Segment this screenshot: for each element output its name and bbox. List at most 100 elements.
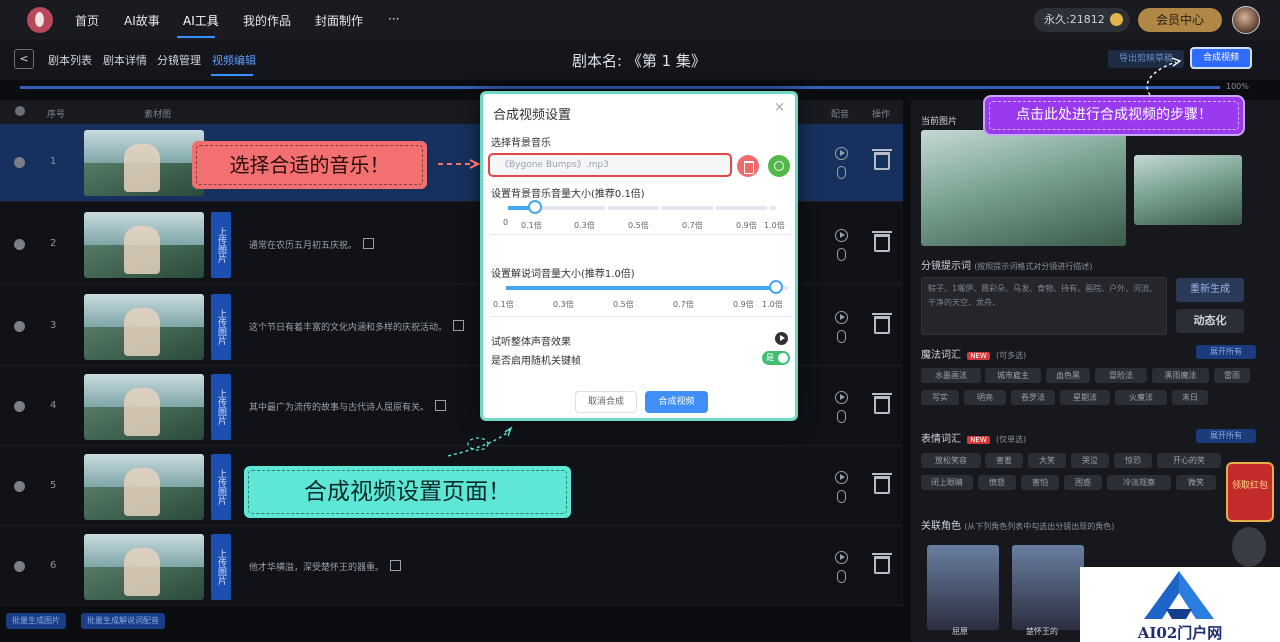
edit-icon[interactable] — [390, 560, 402, 571]
subnav-script-list[interactable]: 剧本列表 — [48, 52, 92, 68]
edit-icon[interactable] — [435, 400, 447, 411]
expand-all-button[interactable]: 展开所有 — [1196, 429, 1256, 443]
magic-chip[interactable]: 雷雨 — [1214, 368, 1250, 383]
play-icon[interactable] — [835, 147, 848, 160]
emotion-chip[interactable]: 困惑 — [1064, 475, 1102, 490]
nav-ai-story[interactable]: AI故事 — [124, 12, 160, 29]
bg-volume-slider[interactable] — [508, 206, 776, 210]
magic-chip[interactable]: 星期法 — [1060, 390, 1110, 405]
row-thumbnail[interactable] — [84, 212, 204, 278]
select-all-radio[interactable] — [15, 106, 25, 116]
nav-home[interactable]: 首页 — [75, 12, 99, 29]
magic-chip[interactable]: 血色黑 — [1046, 368, 1090, 383]
magic-chip[interactable]: 火魔法 — [1115, 390, 1167, 405]
emotion-chip[interactable]: 惊恐 — [1114, 453, 1152, 468]
back-button[interactable]: < — [14, 49, 34, 69]
mic-icon[interactable] — [837, 570, 846, 583]
user-avatar[interactable] — [1232, 6, 1260, 34]
trash-icon[interactable] — [872, 553, 892, 574]
emotion-chip[interactable]: 放松笑容 — [921, 453, 981, 468]
app-logo[interactable] — [27, 7, 53, 33]
table-row[interactable]: 6 上传图片 他才华横溢，深受楚怀王的器重。 — [0, 528, 903, 606]
magic-chip[interactable]: 城市雇主 — [985, 368, 1041, 383]
row-thumbnail[interactable] — [84, 130, 204, 196]
alt-image[interactable] — [1134, 155, 1242, 225]
music-select[interactable]: 《Bygone Bumps》.mp3 — [488, 153, 732, 177]
trash-icon[interactable] — [872, 473, 892, 494]
trash-icon[interactable] — [872, 393, 892, 414]
upload-image-button[interactable]: 上传图片 — [211, 374, 231, 440]
row-radio[interactable] — [14, 401, 25, 412]
upload-image-button[interactable]: 上传图片 — [211, 294, 231, 360]
emotion-chip[interactable]: 闭上眼睛 — [921, 475, 973, 490]
trash-icon[interactable] — [872, 149, 892, 170]
nav-more[interactable]: ··· — [388, 12, 399, 26]
character-portrait[interactable] — [927, 545, 999, 630]
character-portrait[interactable] — [1012, 545, 1084, 630]
emotion-chip[interactable]: 害怕 — [1021, 475, 1059, 490]
row-thumbnail[interactable] — [84, 534, 204, 600]
magic-chip[interactable]: 写实 — [921, 390, 959, 405]
edit-icon[interactable] — [453, 320, 465, 331]
search-icon[interactable] — [768, 155, 790, 177]
mic-icon[interactable] — [837, 330, 846, 343]
mic-icon[interactable] — [837, 410, 846, 423]
row-thumbnail[interactable] — [84, 294, 204, 360]
magic-chip[interactable]: 冒险法 — [1095, 368, 1147, 383]
magic-chip[interactable]: 黑雨魔法 — [1152, 368, 1209, 383]
mic-icon[interactable] — [837, 248, 846, 261]
nav-cover-maker[interactable]: 封面制作 — [315, 12, 363, 29]
customer-service-icon[interactable] — [1232, 527, 1266, 567]
emotion-chip[interactable]: 大笑 — [1028, 453, 1066, 468]
upload-image-button[interactable]: 上传图片 — [211, 454, 231, 520]
play-icon[interactable] — [835, 551, 848, 564]
row-radio[interactable] — [14, 321, 25, 332]
row-radio[interactable] — [14, 481, 25, 492]
merge-video-button[interactable]: 合成视频 — [1190, 47, 1252, 69]
narration-volume-slider[interactable] — [506, 286, 791, 290]
play-icon[interactable] — [775, 332, 788, 345]
emotion-chip[interactable]: 害羞 — [985, 453, 1023, 468]
row-radio[interactable] — [14, 239, 25, 250]
subnav-script-detail[interactable]: 剧本详情 — [103, 52, 147, 68]
magic-chip[interactable]: 卷罗法 — [1011, 390, 1055, 405]
magic-chip[interactable]: 明亮 — [964, 390, 1006, 405]
emotion-chip[interactable]: 哭泣 — [1071, 453, 1109, 468]
row-radio[interactable] — [14, 157, 25, 168]
expand-all-button[interactable]: 展开所有 — [1196, 345, 1256, 359]
play-icon[interactable] — [835, 311, 848, 324]
confirm-merge-button[interactable]: 合成视频 — [645, 391, 708, 413]
emotion-chip[interactable]: 开心的笑 — [1157, 453, 1221, 468]
nav-ai-tools[interactable]: AI工具 — [183, 12, 219, 29]
play-icon[interactable] — [835, 391, 848, 404]
mic-icon[interactable] — [837, 166, 846, 179]
animate-button[interactable]: 动态化 — [1176, 309, 1244, 333]
row-thumbnail[interactable] — [84, 454, 204, 520]
batch-generate-images-button[interactable]: 批量生成图片 — [6, 613, 66, 629]
subnav-storyboard[interactable]: 分镜管理 — [157, 52, 201, 68]
trash-icon[interactable] — [872, 231, 892, 252]
batch-generate-voice-button[interactable]: 批量生成解说词配音 — [81, 613, 165, 629]
row-radio[interactable] — [14, 561, 25, 572]
subnav-video-edit[interactable]: 视频编辑 — [212, 52, 256, 68]
member-center-button[interactable]: 会员中心 — [1138, 8, 1222, 32]
edit-icon[interactable] — [363, 238, 375, 249]
close-icon[interactable]: × — [774, 100, 785, 115]
regenerate-button[interactable]: 重新生成 — [1176, 278, 1244, 302]
magic-chip[interactable]: 末日 — [1172, 390, 1208, 405]
bg-volume-handle[interactable] — [527, 200, 542, 214]
export-draft-button[interactable]: 导出剪映草稿 — [1108, 50, 1184, 68]
row-thumbnail[interactable] — [84, 374, 204, 440]
emotion-chip[interactable]: 微笑 — [1176, 475, 1216, 490]
trash-icon[interactable] — [737, 155, 759, 177]
mic-icon[interactable] — [837, 490, 846, 503]
nav-my-works[interactable]: 我的作品 — [243, 12, 291, 29]
cancel-merge-button[interactable]: 取消合成 — [575, 391, 637, 413]
narration-volume-handle[interactable] — [769, 280, 783, 294]
random-keyframe-toggle[interactable]: 是 — [762, 351, 790, 365]
prompt-textarea[interactable]: 粽子、1嘴伊、霞彩朵、马发、食物、持有、画院、户外、河流、干净的天空、龙舟、 — [921, 277, 1167, 335]
current-image[interactable] — [921, 130, 1126, 246]
trash-icon[interactable] — [872, 313, 892, 334]
upload-image-button[interactable]: 上传图片 — [211, 212, 231, 278]
play-icon[interactable] — [835, 471, 848, 484]
